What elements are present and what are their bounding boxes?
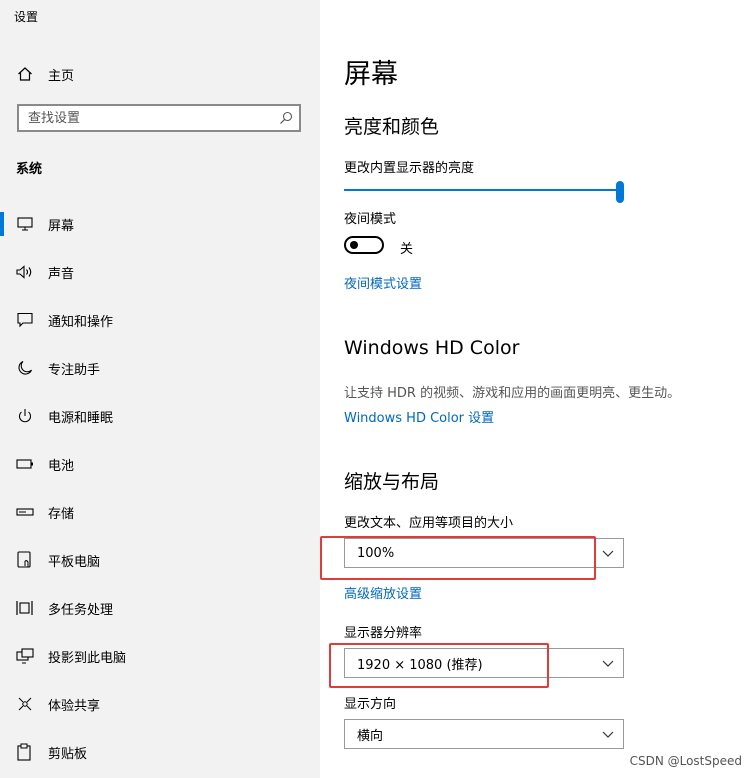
highlight-box-scale (320, 536, 596, 580)
share-icon (16, 695, 34, 713)
monitor-icon (16, 215, 34, 233)
search-icon[interactable] (279, 111, 293, 129)
clipboard-icon (16, 743, 34, 761)
toggle-knob (350, 241, 358, 249)
night-mode-state: 关 (400, 242, 414, 257)
sidebar-item-label: 电池 (48, 458, 75, 474)
search-box[interactable] (17, 104, 301, 132)
speaker-icon (16, 263, 34, 281)
slider-thumb[interactable] (616, 181, 624, 203)
sidebar-item-label: 平板电脑 (48, 554, 101, 570)
chevron-down-icon (602, 728, 614, 744)
sidebar-item-shared-experiences[interactable]: 体验共享 (0, 680, 320, 728)
brightness-slider-label: 更改内置显示器的亮度 (344, 161, 475, 176)
sidebar-item-label: 电源和睡眠 (48, 410, 114, 426)
highlight-box-resolution (329, 643, 549, 688)
night-mode-settings-link[interactable]: 夜间模式设置 (344, 273, 422, 292)
sidebar: 设置 主页 系统 屏幕 声音 通知和操作 专注助手 (0, 0, 320, 778)
orientation-label: 显示方向 (344, 697, 397, 712)
night-mode-label: 夜间模式 (344, 212, 397, 227)
hdr-description: 让支持 HDR 的视频、游戏和应用的画面更明亮、更生动。 (344, 386, 681, 401)
scale-layout-heading: 缩放与布局 (344, 471, 440, 493)
sidebar-item-power-sleep[interactable]: 电源和睡眠 (0, 392, 320, 440)
moon-icon (16, 359, 34, 377)
sidebar-item-clipboard[interactable]: 剪贴板 (0, 728, 320, 776)
hdr-heading: Windows HD Color (344, 337, 520, 359)
page-title: 屏幕 (344, 59, 398, 90)
resolution-label: 显示器分辨率 (344, 626, 423, 641)
window-title: 设置 (14, 10, 39, 24)
multitask-icon (16, 599, 34, 617)
sidebar-item-battery[interactable]: 电池 (0, 440, 320, 488)
sidebar-item-label: 通知和操作 (48, 314, 114, 330)
chevron-down-icon (602, 547, 614, 563)
sidebar-item-project[interactable]: 投影到此电脑 (0, 632, 320, 680)
project-icon (16, 647, 34, 665)
sidebar-item-sound[interactable]: 声音 (0, 248, 320, 296)
orientation-dropdown[interactable]: 横向 (344, 719, 624, 749)
home-icon (16, 65, 34, 83)
sidebar-item-tablet[interactable]: 平板电脑 (0, 536, 320, 584)
brightness-slider[interactable] (344, 181, 624, 203)
night-mode-toggle[interactable] (344, 236, 384, 254)
storage-icon (16, 503, 34, 521)
sidebar-item-label: 体验共享 (48, 698, 101, 714)
sidebar-item-label: 存储 (48, 506, 75, 522)
tablet-icon (16, 551, 34, 569)
watermark: CSDN @LostSpeed (629, 754, 742, 768)
advanced-scaling-link[interactable]: 高级缩放设置 (344, 583, 422, 602)
chevron-down-icon (602, 657, 614, 673)
section-label-system: 系统 (16, 162, 43, 177)
sidebar-home[interactable]: 主页 (16, 63, 74, 85)
sidebar-item-display[interactable]: 屏幕 (0, 200, 320, 248)
sidebar-item-multitasking[interactable]: 多任务处理 (0, 584, 320, 632)
notification-icon (16, 311, 34, 329)
scale-label: 更改文本、应用等项目的大小 (344, 516, 514, 531)
sidebar-item-label: 多任务处理 (48, 602, 114, 618)
sidebar-home-label: 主页 (48, 68, 75, 84)
main-content: 屏幕 亮度和颜色 更改内置显示器的亮度 夜间模式 关 夜间模式设置 Window… (320, 0, 756, 778)
orientation-dropdown-value: 横向 (357, 728, 384, 744)
hdr-settings-link[interactable]: Windows HD Color 设置 (344, 407, 494, 426)
slider-track (344, 189, 618, 191)
brightness-heading: 亮度和颜色 (344, 116, 440, 138)
search-input[interactable] (28, 110, 268, 126)
sidebar-item-label: 屏幕 (48, 218, 75, 234)
power-icon (16, 407, 34, 425)
battery-icon (16, 455, 34, 473)
sidebar-item-notifications[interactable]: 通知和操作 (0, 296, 320, 344)
sidebar-item-label: 剪贴板 (48, 746, 88, 762)
sidebar-item-storage[interactable]: 存储 (0, 488, 320, 536)
sidebar-item-label: 声音 (48, 266, 75, 282)
sidebar-item-label: 专注助手 (48, 362, 101, 378)
sidebar-item-focus-assist[interactable]: 专注助手 (0, 344, 320, 392)
sidebar-item-label: 投影到此电脑 (48, 650, 127, 666)
